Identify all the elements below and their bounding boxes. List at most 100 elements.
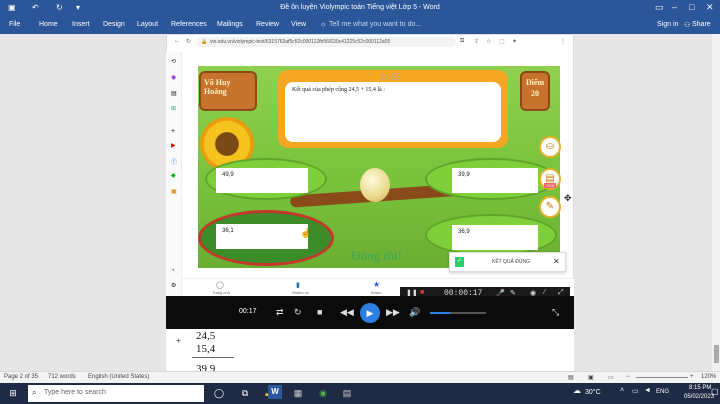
tell-me-input[interactable]: Tell me what you want to do... — [329, 21, 421, 28]
answer-option-1[interactable]: 49,9 — [216, 168, 308, 193]
volume-icon[interactable]: 🔊 — [409, 307, 420, 318]
score-board: Điểm 20 — [520, 71, 550, 111]
extension-icon[interactable]: ⬚ — [499, 38, 505, 45]
vertical-scrollbar[interactable] — [712, 34, 720, 371]
reload-icon[interactable]: ↻ — [186, 38, 191, 45]
egg-image — [360, 168, 390, 202]
tab-insert[interactable]: Insert — [72, 21, 90, 28]
clock-date[interactable]: 05/02/2023 — [684, 394, 714, 400]
cursor-icon: ☝ — [300, 228, 312, 238]
games-icon[interactable]: ⊞ — [171, 105, 176, 112]
url-text: vio.edu.vn/violympic-test/6315763af5c52c… — [210, 39, 391, 45]
read-mode-icon[interactable]: ▤ — [568, 374, 574, 381]
tab-file[interactable]: File — [9, 21, 20, 28]
screenshot-icon[interactable]: ⧉ — [460, 38, 464, 45]
toast-close-icon[interactable]: ✕ — [553, 257, 560, 266]
player-name: Võ Huy Hoàng — [204, 78, 231, 96]
volume-slider[interactable] — [430, 312, 486, 314]
pencil-icon[interactable]: ✎ — [539, 196, 561, 218]
word-count[interactable]: 712 words — [48, 374, 76, 380]
answer-option-3[interactable]: 36,1 — [216, 224, 308, 249]
temperature[interactable]: 30°C — [585, 389, 601, 396]
fullscreen-icon[interactable]: ⤡ — [552, 307, 559, 318]
stop-icon[interactable]: ■ — [317, 307, 322, 317]
page-count[interactable]: Page 2 of 35 — [4, 374, 38, 380]
close-button[interactable]: ✕ — [706, 2, 714, 13]
history-icon[interactable]: ⟲ — [171, 58, 176, 65]
app-icon[interactable]: ◆ — [171, 172, 176, 179]
tab-home[interactable]: Home — [39, 21, 58, 28]
menu-icon[interactable]: ⋮ — [560, 38, 566, 45]
zoom-slider[interactable] — [636, 377, 688, 378]
addend-1: 24,5 — [196, 330, 216, 342]
share-page-icon[interactable]: ⇪ — [474, 38, 479, 45]
tab-view[interactable]: View — [291, 21, 306, 28]
ribbon-display-icon[interactable]: ▭ — [655, 2, 664, 13]
weather-icon[interactable]: ☁ — [573, 386, 581, 395]
extensions-icon[interactable]: ✦ — [512, 38, 517, 45]
nav-mission[interactable]: Nhiệm vụ — [292, 290, 309, 295]
share-button[interactable]: Share — [692, 21, 711, 28]
network-icon[interactable]: ▭ — [632, 387, 639, 395]
notification-icon[interactable]: ◔ — [171, 268, 175, 274]
tray-chevron-icon[interactable]: ˄ — [620, 387, 624, 394]
lightbulb-icon: ☼ — [320, 21, 327, 28]
draw-icon[interactable]: ⁄ — [544, 289, 545, 296]
tab-mailings[interactable]: Mailings — [217, 21, 243, 28]
zoom-level[interactable]: 120% — [701, 374, 716, 380]
answer-option-4[interactable]: 36,9 — [452, 225, 538, 250]
feedback-text: Đúng rồi! — [351, 248, 402, 263]
task-view-icon[interactable]: ⧉ — [238, 386, 252, 400]
facebook-icon[interactable]: ⓕ — [171, 157, 177, 166]
back-icon[interactable]: ← — [174, 38, 180, 44]
messenger-icon[interactable]: ◉ — [171, 74, 176, 81]
web-layout-icon[interactable]: ▭ — [608, 374, 614, 381]
answer-option-2[interactable]: 39,9 — [452, 168, 538, 193]
word-taskbar-icon[interactable]: W — [268, 385, 282, 399]
youtube-icon[interactable]: ▶ — [171, 142, 176, 149]
calculator-icon[interactable]: ▦ — [291, 386, 305, 400]
bookmark-icon[interactable]: ▣ — [171, 188, 177, 195]
explore-icon[interactable]: ★ — [373, 280, 380, 289]
forward-icon[interactable]: ▶▶ — [386, 307, 400, 318]
tab-review[interactable]: Review — [256, 21, 279, 28]
chrome-icon[interactable]: ◉ — [316, 386, 330, 400]
tab-layout[interactable]: Layout — [137, 21, 158, 28]
nav-explore[interactable]: Khám — [371, 290, 381, 295]
windows-start-icon[interactable]: ⊞ — [6, 386, 20, 400]
language-indicator[interactable]: ENG — [656, 389, 669, 395]
coins-icon[interactable]: ⛀ — [539, 136, 561, 158]
settings-icon[interactable]: ⚙ — [171, 282, 176, 289]
print-layout-icon[interactable]: ▣ — [588, 374, 594, 381]
speaker-icon[interactable]: ◄ — [644, 387, 651, 394]
chart-icon[interactable]: ▤ — [171, 90, 177, 97]
app-taskbar-icon[interactable]: ▤ — [340, 386, 354, 400]
share-icon[interactable]: ⚇ — [684, 21, 690, 29]
taskbar-search[interactable]: ⌕ Type here to search — [28, 385, 204, 402]
sgk-badge: SGK — [544, 183, 557, 188]
home-icon[interactable]: ◯ — [216, 281, 224, 289]
maximize-button[interactable]: □ — [689, 2, 694, 12]
minimize-button[interactable]: – — [672, 2, 677, 12]
shuffle-icon[interactable]: ⇄ — [276, 307, 284, 318]
notifications-icon[interactable]: ▢ — [711, 387, 719, 396]
language-status[interactable]: English (United States) — [88, 374, 149, 380]
stop-rec-icon[interactable]: ■ — [420, 289, 424, 296]
scrollbar-thumb[interactable] — [714, 345, 719, 363]
add-icon[interactable]: + — [171, 128, 175, 135]
sign-in-link[interactable]: Sign in — [657, 21, 678, 28]
play-button[interactable]: ▶ — [360, 303, 380, 323]
url-bar[interactable]: 🔒 vio.edu.vn/violympic-test/6315763af5c5… — [196, 37, 456, 47]
mission-icon[interactable]: ▮ — [296, 281, 300, 289]
clock-time[interactable]: 8:15 PM — [689, 385, 711, 391]
cortana-icon[interactable]: ◯ — [212, 386, 226, 400]
star-icon[interactable]: ☆ — [486, 38, 491, 45]
status-bar: Page 2 of 35 712 words English (United S… — [0, 371, 720, 383]
zoom-out-icon[interactable]: − — [626, 374, 630, 380]
repeat-icon[interactable]: ↻ — [294, 307, 302, 318]
tab-references[interactable]: References — [171, 21, 207, 28]
zoom-in-icon[interactable]: + — [690, 374, 694, 380]
nav-home[interactable]: Trang chủ — [212, 290, 230, 295]
rewind-icon[interactable]: ◀◀ — [340, 307, 354, 318]
tab-design[interactable]: Design — [103, 21, 125, 28]
